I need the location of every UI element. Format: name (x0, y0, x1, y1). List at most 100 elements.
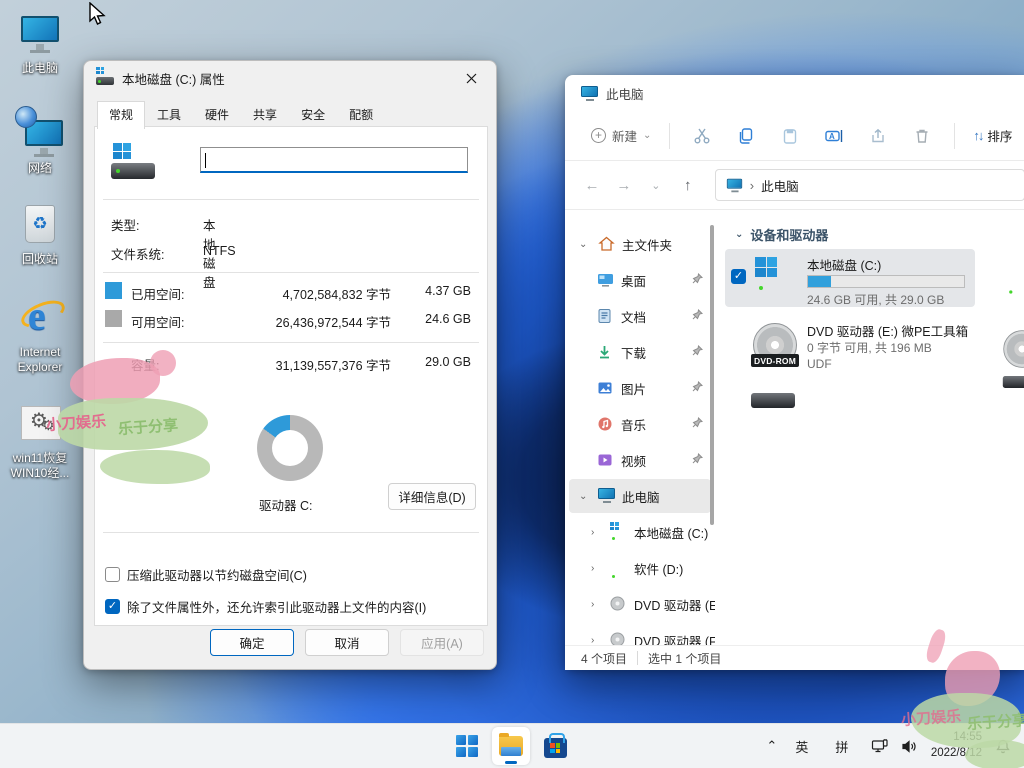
sidebar-item-music[interactable]: 音乐 (569, 407, 711, 441)
compress-checkbox[interactable] (105, 567, 120, 582)
sidebar-item-documents[interactable]: 文档 (569, 299, 711, 333)
desktop-icon-win11-restore[interactable]: ⚙⚙ win11恢复WIN10经... (2, 402, 78, 481)
compress-checkbox-row[interactable]: 压缩此驱动器以节约磁盘空间(C) (105, 565, 307, 584)
group-header-devices[interactable]: ⌄ 设备和驱动器 (735, 225, 1024, 244)
tab-security[interactable]: 安全 (289, 101, 337, 128)
sidebar-item-pictures[interactable]: 图片 (569, 371, 711, 405)
forward-button[interactable]: → (609, 170, 639, 200)
home-icon (598, 236, 615, 252)
sidebar-scrollbar[interactable] (710, 225, 714, 525)
pin-icon (692, 417, 703, 431)
drive-item-c[interactable]: ✓ 本地磁盘 (C:) 24.6 GB 可用, 共 29.0 GB (725, 249, 975, 307)
recycle-bin-icon: ♻ (17, 203, 63, 249)
details-button[interactable]: 详细信息(D) (388, 483, 476, 510)
dvd-icon (610, 632, 627, 645)
sidebar-item-dvd-f[interactable]: › DVD 驱动器 (F:) (569, 623, 711, 645)
sidebar-item-label: DVD 驱动器 (E:) (634, 595, 715, 614)
ok-button[interactable]: 确定 (210, 629, 294, 656)
item-checkbox[interactable]: ✓ (731, 269, 746, 284)
tab-general[interactable]: 常规 (97, 101, 145, 129)
cancel-button[interactable]: 取消 (305, 629, 389, 656)
tree-collapse-icon[interactable]: › (591, 563, 603, 574)
clipped-drive-icon (998, 263, 1024, 293)
taskbar-file-explorer[interactable] (492, 727, 530, 765)
tray-lang-english[interactable]: 英 (789, 729, 815, 763)
sidebar-item-drive-c[interactable]: › 本地磁盘 (C:) (569, 515, 711, 549)
explorer-titlebar[interactable]: 此电脑 (565, 75, 1024, 111)
index-checkbox[interactable]: ✓ (105, 599, 120, 614)
drive-c-icon (751, 257, 799, 299)
sidebar-item-label: 图片 (621, 379, 646, 398)
sidebar-item-downloads[interactable]: 下载 (569, 335, 711, 369)
share-button[interactable] (856, 120, 900, 152)
tree-collapse-icon[interactable]: › (591, 527, 603, 538)
rename-button[interactable]: A (812, 120, 856, 152)
tab-quota[interactable]: 配额 (337, 101, 385, 128)
volume-label-input[interactable] (200, 147, 468, 173)
free-swatch (105, 310, 122, 327)
taskbar-microsoft-store[interactable] (536, 727, 574, 765)
index-checkbox-row[interactable]: ✓ 除了文件属性外，还允许索引此驱动器上文件的内容(I) (105, 597, 426, 616)
explorer-statusbar: 4 个项目 选中 1 个项目 (565, 645, 1024, 670)
sidebar-item-drive-d[interactable]: › 软件 (D:) (569, 551, 711, 585)
toolbar-separator (669, 123, 670, 149)
tree-collapse-icon[interactable]: › (591, 635, 603, 646)
sidebar-item-dvd-e[interactable]: › DVD 驱动器 (E:) (569, 587, 711, 621)
tray-chevron-up[interactable]: ⌃ (759, 729, 785, 763)
desktop-icon-recycle-bin[interactable]: ♻ 回收站 (2, 203, 78, 267)
drive-filesystem: UDF (807, 357, 832, 371)
back-button[interactable]: ← (577, 170, 607, 200)
breadcrumb-this-pc[interactable]: 此电脑 (761, 176, 799, 195)
sidebar-item-desktop[interactable]: 桌面 (569, 263, 711, 297)
new-button[interactable]: + 新建 ⌄ (583, 120, 659, 151)
copy-button[interactable] (724, 120, 768, 152)
downloads-icon (597, 344, 614, 360)
tab-sharing[interactable]: 共享 (241, 101, 289, 128)
desktop-icon-label: Internet Explorer (2, 345, 78, 375)
tree-collapse-icon[interactable]: › (591, 599, 603, 610)
drive-c-icon (610, 524, 627, 540)
network-icon[interactable] (867, 729, 893, 763)
cut-icon (693, 127, 711, 145)
apply-button[interactable]: 应用(A) (400, 629, 484, 656)
new-button-label: 新建 (612, 126, 637, 145)
dialog-title: 本地磁盘 (C:) 属性 (122, 69, 225, 88)
sidebar-item-this-pc[interactable]: ⌄ 此电脑 (569, 479, 711, 513)
trash-icon (913, 127, 931, 145)
tree-expand-icon[interactable]: ⌄ (579, 491, 591, 502)
sidebar-item-home[interactable]: ⌄ 主文件夹 (569, 227, 711, 261)
desktop-icon-internet-explorer[interactable]: Internet Explorer (2, 296, 78, 375)
drive-item-dvd-e[interactable]: DVD-ROM DVD 驱动器 (E:) 微PE工具箱 0 字节 可用, 共 1… (725, 315, 975, 377)
tree-expand-icon[interactable]: ⌄ (579, 239, 591, 250)
up-button[interactable]: ↑ (673, 170, 703, 200)
tab-tools[interactable]: 工具 (145, 101, 193, 128)
notifications-bell-icon[interactable] (990, 729, 1016, 763)
start-button[interactable] (448, 727, 486, 765)
this-pc-icon (581, 86, 598, 101)
delete-button[interactable] (900, 120, 944, 152)
cut-button[interactable] (680, 120, 724, 152)
recent-locations-button[interactable]: ⌄ (641, 170, 671, 200)
desktop-icon-this-pc[interactable]: 此电脑 (2, 12, 78, 76)
close-button[interactable] (454, 65, 488, 91)
rename-icon: A (824, 127, 844, 145)
sort-button[interactable]: ↑↓ 排序 (965, 120, 1020, 151)
taskbar: ⌃ 英 拼 14:55 2022/8/12 (0, 723, 1024, 768)
drive-info: 24.6 GB 可用, 共 29.0 GB (807, 291, 944, 308)
paste-button[interactable] (768, 120, 812, 152)
desktop-icon-network[interactable]: 网络 (2, 112, 78, 176)
volume-icon[interactable] (897, 729, 923, 763)
status-separator (637, 651, 638, 665)
group-header-label: 设备和驱动器 (750, 225, 828, 244)
sidebar-item-videos[interactable]: 视频 (569, 443, 711, 477)
drive-info: 0 字节 可用, 共 196 MB (807, 339, 932, 356)
tray-ime-pinyin[interactable]: 拼 (829, 729, 855, 763)
address-bar[interactable]: › 此电脑 (715, 169, 1024, 201)
clock-time: 14:55 (931, 730, 982, 746)
drive-usage-fill (808, 276, 831, 287)
taskbar-clock[interactable]: 14:55 2022/8/12 (927, 730, 986, 761)
sort-icon: ↑↓ (973, 128, 982, 143)
this-pc-icon (17, 12, 63, 58)
tab-hardware[interactable]: 硬件 (193, 101, 241, 128)
dialog-titlebar[interactable]: 本地磁盘 (C:) 属性 (84, 61, 496, 95)
